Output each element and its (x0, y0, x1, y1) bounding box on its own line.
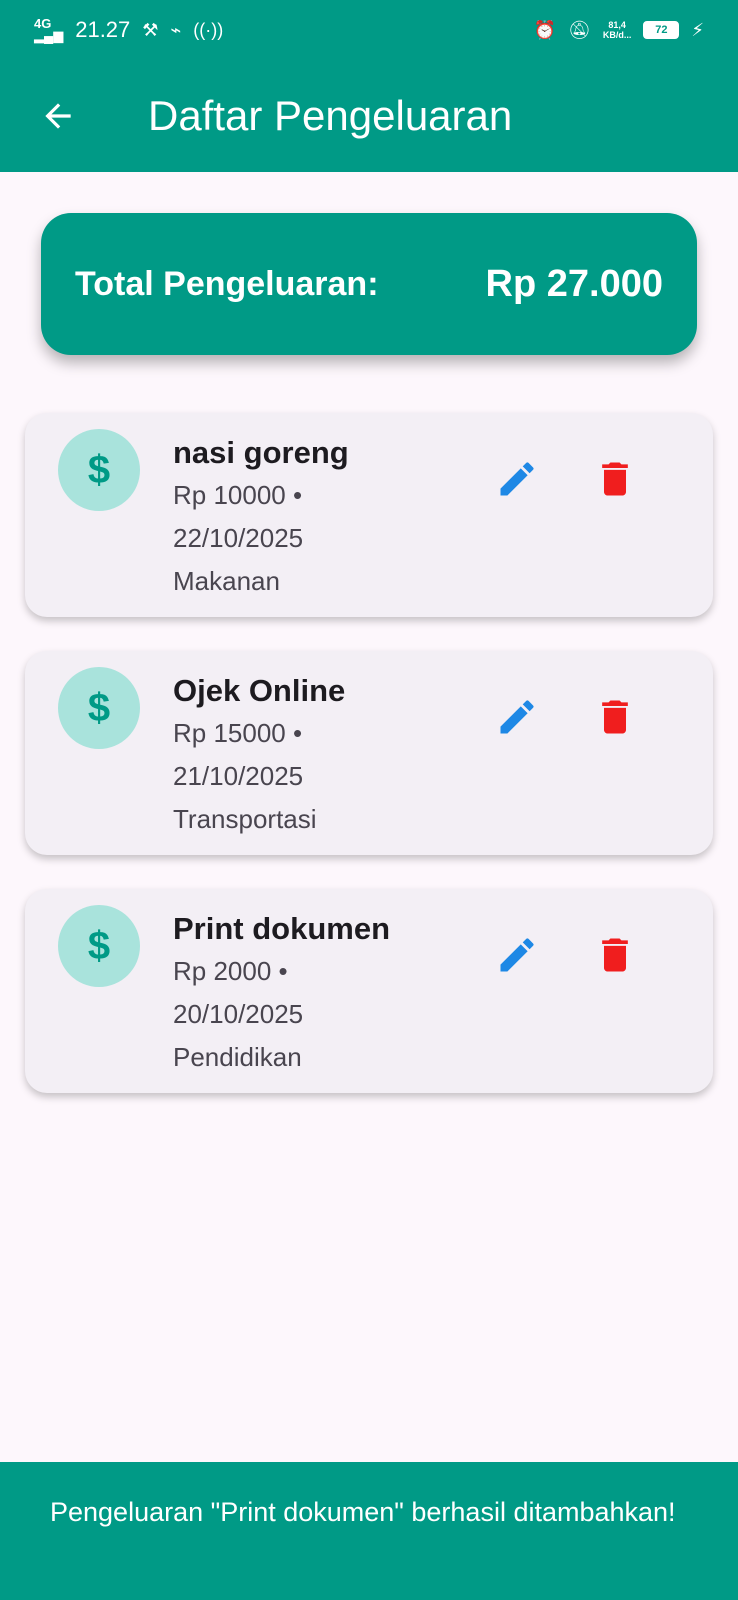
battery-level: 72 (655, 24, 668, 36)
tools-icon: ⚒ (142, 19, 159, 40)
dollar-icon: $ (58, 429, 140, 511)
expense-category: Pendidikan (173, 1042, 302, 1072)
dollar-icon: $ (58, 667, 140, 749)
network-speed: 81,4 KB/d... (603, 20, 632, 40)
arrow-left-icon (45, 103, 71, 129)
delete-button[interactable] (589, 929, 641, 981)
delete-button[interactable] (589, 453, 641, 505)
delete-button[interactable] (589, 691, 641, 743)
expense-amount: Rp 15000 • (173, 718, 303, 748)
pencil-icon (500, 700, 534, 734)
notifications-off-icon: 🔕︎ (568, 19, 591, 40)
battery-icon: 72 (643, 21, 680, 39)
usb-debug-icon: ⌁ (170, 19, 182, 40)
expense-date: 22/10/2025 (173, 523, 304, 553)
expense-details: Ojek Online Rp 15000 • 21/10/2025 Transp… (173, 671, 473, 840)
signal-icon: ▂▄▆ (34, 28, 64, 43)
expense-details: nasi goreng Rp 10000 • 22/10/2025 Makana… (173, 433, 473, 602)
expense-amount: Rp 10000 • (173, 480, 303, 510)
hotspot-icon: ((·)) (193, 19, 224, 40)
expense-category: Transportasi (173, 804, 317, 834)
expense-name: Print dokumen (173, 911, 391, 946)
expense-name: Ojek Online (173, 673, 346, 708)
status-left: 4G ▂▄▆ 21.27 ⚒ ⌁ ((·)) (34, 17, 223, 43)
expense-date: 20/10/2025 (173, 999, 304, 1029)
trash-icon (602, 700, 628, 734)
expense-amount: Rp 2000 • (173, 956, 288, 986)
app-bar: Daftar Pengeluaran (0, 60, 738, 172)
charging-icon: ⚡ (691, 19, 704, 40)
back-button[interactable] (30, 88, 86, 144)
trash-icon (602, 462, 628, 496)
snackbar: Pengeluaran "Print dokumen" berhasil dit… (0, 1462, 738, 1600)
total-expense-card: Total Pengeluaran: Rp 27.000 (41, 213, 697, 355)
expense-date: 21/10/2025 (173, 761, 304, 791)
edit-button[interactable] (491, 453, 543, 505)
trash-icon (602, 938, 628, 972)
expense-item[interactable]: $ Print dokumen Rp 2000 • 20/10/2025 Pen… (25, 889, 713, 1093)
edit-button[interactable] (491, 691, 543, 743)
expense-details: Print dokumen Rp 2000 • 20/10/2025 Pendi… (173, 909, 473, 1078)
status-right: ⏰ 🔕︎ 81,4 KB/d... 72 ⚡ (534, 20, 704, 41)
expense-name: nasi goreng (173, 435, 349, 470)
expense-item[interactable]: $ nasi goreng Rp 10000 • 22/10/2025 Maka… (25, 413, 713, 617)
dollar-icon: $ (58, 905, 140, 987)
edit-button[interactable] (491, 929, 543, 981)
snackbar-message: Pengeluaran "Print dokumen" berhasil dit… (50, 1497, 676, 1527)
total-label: Total Pengeluaran: (75, 264, 379, 303)
network-indicator: 4G ▂▄▆ (34, 17, 64, 43)
page-title: Daftar Pengeluaran (148, 92, 513, 139)
expense-category: Makanan (173, 566, 280, 596)
total-value: Rp 27.000 (485, 262, 663, 305)
alarm-icon: ⏰ (533, 19, 556, 40)
speed-unit: KB/d... (602, 30, 632, 40)
expense-item[interactable]: $ Ojek Online Rp 15000 • 21/10/2025 Tran… (25, 651, 713, 855)
status-bar: 4G ▂▄▆ 21.27 ⚒ ⌁ ((·)) ⏰ 🔕︎ 81,4 KB/d...… (0, 0, 738, 60)
status-time: 21.27 (75, 17, 131, 42)
speed-value: 81,4 (608, 20, 626, 30)
pencil-icon (500, 938, 534, 972)
pencil-icon (500, 462, 534, 496)
